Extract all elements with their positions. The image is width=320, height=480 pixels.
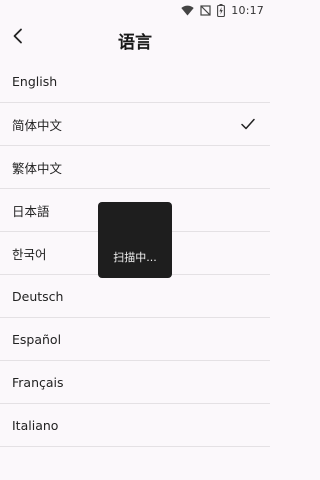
language-item-french[interactable]: Français <box>0 361 270 404</box>
scanning-text: 扫描中... <box>113 251 157 264</box>
language-label: 简体中文 <box>12 117 63 133</box>
language-item-german[interactable]: Deutsch <box>0 275 270 318</box>
app-bar: 语言 <box>0 20 270 60</box>
language-settings-screen: 10:17 语言 English 简体中文 繁体中文 日本語 한국어 Deuts… <box>0 0 270 480</box>
language-item-traditional-chinese[interactable]: 繁体中文 <box>0 146 270 189</box>
language-label: Français <box>12 374 64 390</box>
language-label: English <box>12 73 58 89</box>
status-bar: 10:17 <box>0 0 270 20</box>
check-icon <box>240 116 256 132</box>
no-signal-icon <box>200 4 211 16</box>
language-label: Español <box>12 331 62 347</box>
language-item-italian[interactable]: Italiano <box>0 404 270 447</box>
language-item-english[interactable]: English <box>0 60 270 103</box>
scanning-toast: 扫描中... <box>98 202 172 278</box>
page-title: 语言 <box>118 33 152 53</box>
battery-charging-icon <box>217 3 226 17</box>
language-label: 한국어 <box>12 246 47 262</box>
language-label: Deutsch <box>12 288 64 304</box>
wifi-icon <box>181 5 194 16</box>
language-label: 日本語 <box>12 203 50 219</box>
status-time: 10:17 <box>231 3 264 17</box>
language-item-spanish[interactable]: Español <box>0 318 270 361</box>
language-label: Italiano <box>12 417 59 433</box>
language-item-simplified-chinese[interactable]: 简体中文 <box>0 103 270 146</box>
language-label: 繁体中文 <box>12 160 63 176</box>
